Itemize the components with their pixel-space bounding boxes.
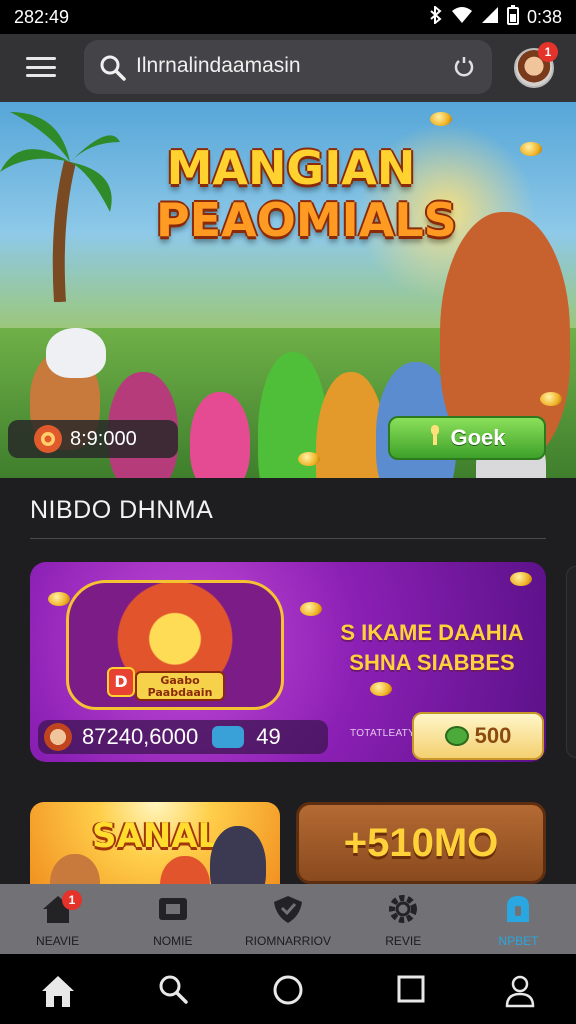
- battery-icon: [506, 4, 519, 30]
- chest-icon: [212, 726, 245, 748]
- promo-emblem-dollar: D: [107, 667, 135, 697]
- home-circle-icon[interactable]: [272, 974, 304, 1010]
- recents-icon[interactable]: [396, 974, 426, 1008]
- promo-stat-value: 87240,6000: [82, 724, 199, 749]
- promo-card[interactable]: D Gaabo Paabdaain S IKAME DAAHIA SHNA SI…: [30, 562, 546, 762]
- top-app-bar: Ilnrnalindaamasin 1: [0, 34, 576, 102]
- nav-item-games[interactable]: NOMIE: [115, 884, 230, 954]
- palm-tree-illustration: [0, 112, 120, 302]
- nav-item-label: RIOMNARRIOV: [245, 934, 332, 948]
- bluetooth-icon: [429, 4, 443, 29]
- hero-title-line2: PEAOMIALS: [156, 193, 457, 247]
- hero-action-label: Goek: [450, 425, 506, 450]
- promo-price-button[interactable]: 500: [412, 712, 544, 760]
- promo-emblem-plaque: Gaabo Paabdaain: [135, 671, 225, 701]
- system-navigation-bar: [0, 954, 576, 1024]
- hero-action-button[interactable]: Goek: [388, 416, 546, 460]
- promo-emblem: D Gaabo Paabdaain: [66, 580, 284, 710]
- coin-balance-value: 8:9:000: [70, 427, 137, 450]
- user-icon[interactable]: [504, 974, 536, 1012]
- section-title: NIBDO DHNMA: [30, 496, 214, 524]
- hero-banner[interactable]: MANGIAN PEAOMIALS 8:9:000 Goek: [0, 102, 576, 478]
- search-icon[interactable]: [158, 974, 188, 1008]
- bag-icon: [502, 894, 534, 928]
- nav-item-shop[interactable]: NPBET: [461, 884, 576, 954]
- promo-stat-count: 49: [256, 724, 281, 749]
- promo-headline-line1: S IKAME DAAHIA: [340, 620, 524, 645]
- nav-item-settings[interactable]: REVIE: [346, 884, 461, 954]
- player-face-icon: [44, 723, 72, 751]
- promo-headline: S IKAME DAAHIA SHNA SIABBES: [326, 618, 538, 678]
- hero-title: MANGIAN PEAOMIALS: [156, 141, 457, 247]
- shield-icon: [272, 894, 304, 928]
- bottom-navigation: 1 NEAVIE NOMIE RIOMNARRIOV REVIE NPBET: [0, 884, 576, 954]
- bonus-card[interactable]: +510MO: [296, 802, 546, 884]
- nav-home-badge: 1: [62, 890, 82, 910]
- status-clock: 0:38: [526, 6, 562, 27]
- coin-icon: [34, 425, 62, 453]
- nav-item-label: NEAVIE: [36, 934, 80, 948]
- promo-price-label: 500: [474, 723, 512, 748]
- promo-stats: 87240,6000 49: [38, 720, 328, 754]
- gamepad-icon: [157, 894, 189, 928]
- home-icon[interactable]: [40, 974, 76, 1012]
- app-screen: 282:49 0:38 Ilnrnalindaamasin 1 MANGIAN …: [0, 0, 576, 1024]
- nav-item-home[interactable]: 1 NEAVIE: [0, 884, 115, 954]
- signal-icon: [481, 6, 499, 29]
- notification-badge: 1: [538, 42, 558, 62]
- profile-avatar[interactable]: 1: [514, 42, 558, 88]
- gear-icon: [387, 894, 419, 928]
- status-bar: 282:49 0:38: [0, 0, 576, 34]
- wifi-icon: [451, 6, 473, 29]
- coin-balance: 8:9:000: [8, 420, 178, 458]
- menu-button[interactable]: [26, 54, 56, 80]
- hero-title-line1: MANGIAN: [166, 141, 416, 195]
- search-input[interactable]: Ilnrnalindaamasin: [136, 54, 301, 78]
- promo-headline-line2: SHNA SIABBES: [349, 650, 515, 675]
- search-icon: [100, 55, 126, 85]
- game-card-title: SANAL: [92, 816, 220, 856]
- status-icons: 0:38: [429, 4, 562, 30]
- section-divider: [30, 538, 546, 539]
- menu-icon: [26, 57, 56, 60]
- nav-item-label: NPBET: [498, 934, 539, 948]
- refresh-icon[interactable]: [452, 55, 476, 83]
- nav-item-label: REVIE: [385, 934, 422, 948]
- nav-item-label: NOMIE: [153, 934, 193, 948]
- status-time: 282:49: [14, 6, 70, 27]
- gem-icon: [444, 726, 469, 746]
- search-bar[interactable]: Ilnrnalindaamasin: [84, 40, 492, 94]
- next-promo-card-edge[interactable]: [566, 566, 576, 758]
- nav-item-rewards[interactable]: RIOMNARRIOV: [230, 884, 345, 954]
- key-icon: [428, 424, 442, 452]
